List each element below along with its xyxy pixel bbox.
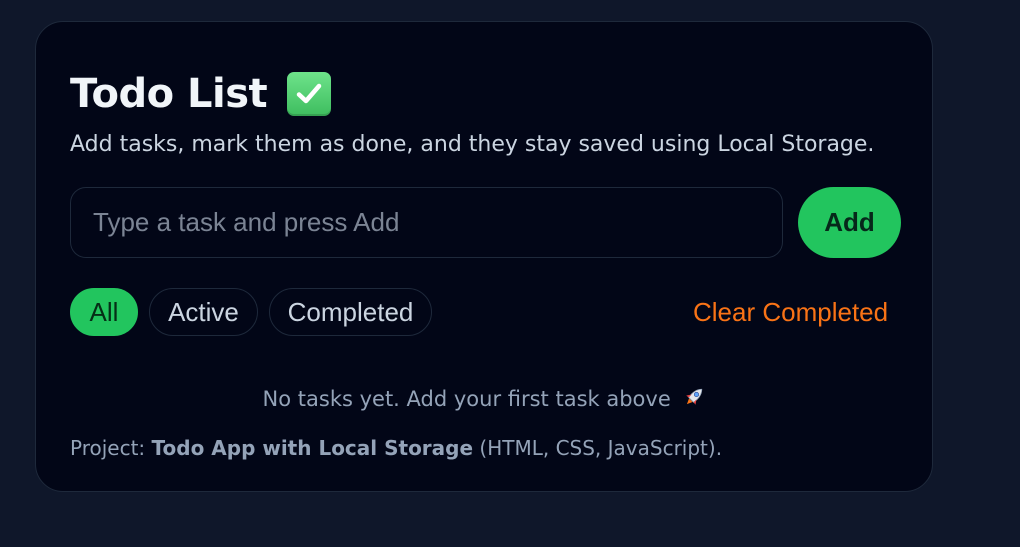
footer-project-name: Todo App with Local Storage [151, 436, 474, 460]
title-row: Todo List [70, 68, 332, 120]
task-input[interactable] [70, 187, 783, 258]
todo-card: Todo List Add tasks, mark them as done, … [35, 21, 933, 492]
filter-active-button[interactable]: Active [149, 288, 258, 336]
clear-completed-button[interactable]: Clear Completed [693, 288, 888, 336]
filter-all-button[interactable]: All [70, 288, 138, 336]
footer-prefix: Project: [70, 436, 152, 460]
page-title: Todo List [70, 71, 268, 117]
project-footer: Project: Todo App with Local Storage (HT… [70, 436, 722, 460]
empty-state-message: No tasks yet. Add your first task above [36, 384, 934, 415]
page-subtitle: Add tasks, mark them as done, and they s… [70, 132, 875, 157]
add-task-button[interactable]: Add [798, 187, 901, 258]
filter-completed-button[interactable]: Completed [269, 288, 432, 336]
empty-state-text: No tasks yet. Add your first task above [262, 387, 671, 411]
check-mark-button-icon [287, 72, 332, 116]
footer-suffix: (HTML, CSS, JavaScript). [473, 436, 723, 460]
rocket-icon [681, 384, 707, 415]
